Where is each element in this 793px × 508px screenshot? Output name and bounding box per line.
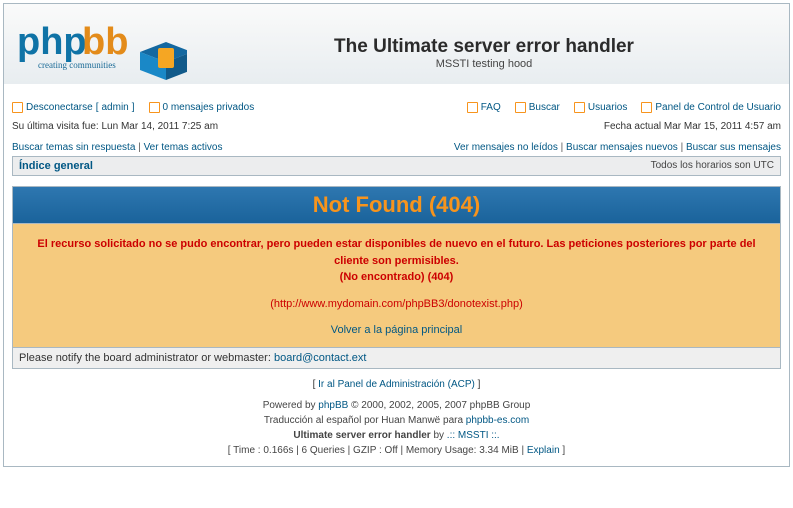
last-visit-text: Su última visita fue: Lun Mar 14, 2011 7… (12, 121, 218, 132)
phpbb-link[interactable]: phpBB (318, 400, 348, 411)
phpbb-logo[interactable]: phpbb creating communities (12, 14, 187, 84)
back-home-link[interactable]: Volver a la página principal (331, 324, 462, 336)
index-link[interactable]: Índice general (19, 160, 93, 172)
unread-link[interactable]: Ver mensajes no leídos (454, 142, 558, 153)
svg-text:bb: bb (82, 21, 128, 63)
error-title-bar: Not Found (404) (12, 186, 781, 224)
pm-icon (149, 102, 160, 113)
logout-icon (12, 102, 23, 113)
search-icon (515, 102, 526, 113)
notify-email-link[interactable]: board@contact.ext (274, 352, 367, 364)
active-topics-link[interactable]: Ver temas activos (144, 142, 223, 153)
unanswered-link[interactable]: Buscar temas sin respuesta (12, 142, 135, 153)
ucp-link[interactable]: Panel de Control de Usuario (641, 102, 781, 113)
mssti-link[interactable]: .:: MSSTI ::. (447, 430, 500, 441)
error-message-2: (No encontrado) (404) (29, 269, 764, 286)
svg-text:creating communities: creating communities (38, 60, 116, 70)
users-link[interactable]: Usuarios (574, 102, 627, 113)
forum-title: The Ultimate server error handler (187, 36, 781, 58)
current-time-text: Fecha actual Mar Mar 15, 2011 4:57 am (604, 121, 781, 132)
error-url: (http://www.mydomain.com/phpBB3/donotexi… (29, 296, 764, 313)
admin-user-link[interactable]: admin (101, 102, 128, 113)
error-message-1: El recurso solicitado no se pudo encontr… (29, 236, 764, 269)
newposts-link[interactable]: Buscar mensajes nuevos (566, 142, 678, 153)
error-title: Not Found (404) (313, 192, 480, 217)
forum-description: MSSTI testing hood (187, 58, 781, 70)
faq-icon (467, 102, 478, 113)
acp-link[interactable]: Ir al Panel de Administración (ACP) (318, 379, 475, 390)
explain-link[interactable]: Explain (527, 445, 560, 456)
ucp-icon (641, 102, 652, 113)
timezone-text: Todos los horarios son UTC (651, 160, 774, 172)
footer: Powered by phpBB © 2000, 2002, 2005, 200… (12, 398, 781, 458)
users-icon (574, 102, 585, 113)
translation-link[interactable]: phpbb-es.com (466, 415, 529, 426)
faq-link[interactable]: FAQ (467, 102, 501, 113)
logout-link[interactable]: Desconectarse [ admin ] (12, 102, 135, 113)
svg-text:php: php (17, 21, 87, 63)
search-link[interactable]: Buscar (515, 102, 560, 113)
pm-link[interactable]: 0 mensajes privados (149, 102, 255, 113)
notify-bar: Please notify the board administrator or… (12, 348, 781, 369)
yourposts-link[interactable]: Buscar sus mensajes (686, 142, 781, 153)
